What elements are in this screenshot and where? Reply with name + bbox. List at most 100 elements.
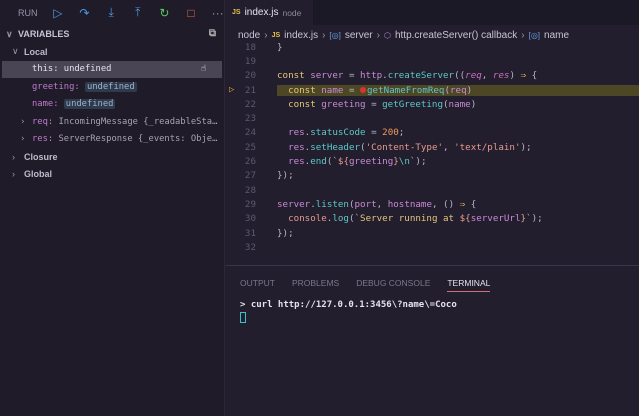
- code-token: (`: [327, 156, 338, 167]
- js-file-icon: JS: [232, 9, 241, 16]
- code-line[interactable]: 20const server = http.createServer((req,…: [226, 69, 639, 83]
- variable-name: name: [32, 99, 53, 109]
- panel-tabs: OUTPUT PROBLEMS DEBUG CONSOLE TERMINAL: [226, 266, 639, 300]
- breadcrumb-item[interactable]: node: [238, 30, 260, 41]
- terminal[interactable]: > curl http://127.0.0.1:3456\?name\=Coco: [226, 300, 639, 326]
- editor-tabs: JS index.js node: [226, 0, 639, 25]
- step-into-icon[interactable]: ⤓: [105, 6, 118, 20]
- restart-icon[interactable]: ↻: [158, 6, 171, 20]
- code-line[interactable]: 32: [226, 240, 639, 254]
- scope-local[interactable]: ∨ Local: [0, 43, 224, 61]
- tab-problems[interactable]: PROBLEMS: [292, 278, 339, 288]
- code-token: const: [277, 99, 321, 110]
- code-token: 200: [382, 127, 399, 138]
- code-line[interactable]: 26 res.end(`${greeting}\n`);: [226, 154, 639, 168]
- code-line[interactable]: 28: [226, 183, 639, 197]
- breadcrumb-item[interactable]: http.createServer() callback: [395, 30, 517, 41]
- variable-value: undefined: [64, 99, 116, 109]
- code-line[interactable]: 18}: [226, 40, 639, 54]
- tab-terminal[interactable]: TERMINAL: [447, 278, 490, 292]
- breadcrumb-item[interactable]: name: [544, 30, 569, 41]
- code-line[interactable]: 30 console.log(`Server running at ${serv…: [226, 212, 639, 226]
- line-number: 29: [226, 199, 256, 210]
- chevron-down-icon: ∨: [6, 29, 18, 40]
- line-number: 25: [226, 142, 256, 153]
- variables-header[interactable]: ∨ VARIABLES ⧉: [0, 25, 224, 43]
- code-line[interactable]: 31});: [226, 226, 639, 240]
- tab-index-js[interactable]: JS index.js node: [226, 0, 314, 25]
- code-line[interactable]: 25 res.setHeader('Content-Type', 'text/p…: [226, 140, 639, 154]
- step-out-icon[interactable]: ⤒: [131, 6, 144, 20]
- variable-value: ServerResponse {_events: Obje…: [58, 134, 217, 144]
- variable-value: IncomingMessage {_readableSta…: [58, 117, 217, 127]
- line-text: });: [277, 170, 294, 181]
- code-token: (`: [349, 213, 360, 224]
- code-line[interactable]: 19: [226, 54, 639, 68]
- line-text: const greeting = getGreeting(name): [277, 99, 476, 110]
- line-text: console.log(`Server running at ${serverU…: [277, 213, 543, 224]
- inline-breakpoint-icon[interactable]: [360, 87, 366, 93]
- chevron-down-icon: ∨: [12, 46, 24, 57]
- code-token: listen: [316, 199, 349, 210]
- code-token: ${: [460, 213, 471, 224]
- variable-row[interactable]: › res: ServerResponse {_events: Obje…: [0, 131, 224, 149]
- variable-name: greeting: [32, 82, 74, 92]
- tab-output[interactable]: OUTPUT: [240, 278, 275, 288]
- line-number: 26: [226, 156, 256, 167]
- more-icon[interactable]: ···: [211, 6, 224, 20]
- variable-name: this: [32, 64, 53, 74]
- debug-sidebar: RUN ▷ ↷ ⤓ ⤒ ↻ □ ··· ∨ VARIABLES ⧉ ∨ Loca…: [0, 0, 225, 416]
- code-token: setHeader: [310, 142, 360, 153]
- code-token: ): [471, 99, 477, 110]
- code-line[interactable]: 27});: [226, 169, 639, 183]
- breadcrumb-item[interactable]: index.js: [284, 30, 318, 41]
- continue-icon[interactable]: ▷: [52, 6, 65, 20]
- code-token: greeting: [349, 156, 393, 167]
- line-number: 32: [226, 242, 256, 253]
- scope-closure[interactable]: › Closure: [0, 148, 224, 166]
- debug-toolbar: RUN ▷ ↷ ⤓ ⤒ ↻ □ ···: [0, 0, 224, 25]
- line-text: res.statusCode = 200;: [277, 127, 404, 138]
- stop-icon[interactable]: □: [185, 6, 198, 20]
- code-token: res: [277, 156, 305, 167]
- tab-description: node: [282, 8, 301, 18]
- breakpoint-paused-icon[interactable]: ▷: [229, 85, 234, 95]
- tab-label: index.js: [245, 7, 279, 18]
- variable-row[interactable]: › req: IncomingMessage {_readableSta…: [0, 113, 224, 131]
- code-token: res: [493, 70, 510, 81]
- line-text: server.listen(port, hostname, () ⇒ {: [277, 199, 476, 210]
- code-token: =: [366, 99, 383, 110]
- tab-debug-console[interactable]: DEBUG CONSOLE: [356, 278, 430, 288]
- variable-value: undefined: [85, 82, 137, 92]
- colon: :: [53, 99, 64, 109]
- variable-icon: [◎]: [529, 31, 540, 40]
- step-over-icon[interactable]: ↷: [78, 6, 91, 20]
- breadcrumb-item[interactable]: server: [345, 30, 373, 41]
- code-line[interactable]: 22 const greeting = getGreeting(name): [226, 97, 639, 111]
- line-text: }: [277, 42, 283, 53]
- code-token: port: [355, 199, 377, 210]
- scope-label: Global: [24, 169, 52, 179]
- code-token: getGreeting: [382, 99, 443, 110]
- code-token: createServer: [388, 70, 454, 81]
- code-token: `);: [410, 156, 427, 167]
- code-token: `);: [526, 213, 543, 224]
- function-icon: ⬡: [384, 31, 391, 40]
- collapse-all-icon[interactable]: ⧉: [209, 28, 216, 39]
- code-token: ,: [377, 199, 388, 210]
- variable-row[interactable]: name: undefined: [0, 96, 224, 114]
- line-text: const name = getNameFromReq(req): [277, 85, 639, 96]
- code-token: 'Content-Type': [366, 142, 443, 153]
- code-area[interactable]: 18}1920const server = http.createServer(…: [226, 40, 639, 254]
- scope-global[interactable]: › Global: [0, 166, 224, 184]
- code-token: end: [310, 156, 327, 167]
- variable-row[interactable]: this: undefined ☝: [2, 61, 222, 79]
- variable-row[interactable]: greeting: undefined: [0, 78, 224, 96]
- code-line[interactable]: 29 server.listen(port, hostname, () ⇒ {: [226, 197, 639, 211]
- code-line[interactable]: 23: [226, 111, 639, 125]
- code-token: req: [465, 70, 482, 81]
- code-token: res: [277, 127, 305, 138]
- line-number: 20: [226, 70, 256, 81]
- code-line[interactable]: 24 res.statusCode = 200;: [226, 126, 639, 140]
- code-line[interactable]: ▷21 const name = getNameFromReq(req): [226, 83, 639, 97]
